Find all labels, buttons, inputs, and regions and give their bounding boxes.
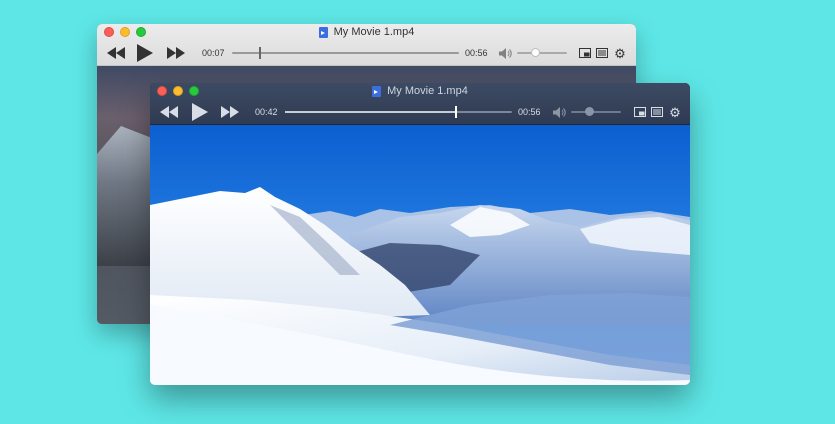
playlist-icon — [595, 48, 608, 58]
current-time: 00:42 — [255, 107, 278, 117]
picture-in-picture-button[interactable] — [633, 106, 646, 119]
seek-progress — [285, 111, 456, 113]
play-icon — [137, 44, 153, 62]
gear-icon: ⚙ — [669, 104, 681, 120]
gear-icon: ⚙ — [614, 45, 626, 61]
play-button[interactable] — [190, 102, 210, 122]
back-player-titlebar: My Movie 1.mp4 00:07 00:56 ⚙ — [97, 24, 636, 66]
window-title: My Movie 1.mp4 — [97, 26, 636, 38]
picture-in-picture-icon — [578, 48, 591, 58]
playlist-button[interactable] — [595, 47, 608, 60]
window-title: My Movie 1.mp4 — [150, 85, 690, 97]
playback-controls: 00:42 00:56 ⚙ — [150, 100, 690, 124]
play-icon — [192, 103, 208, 121]
seek-bar[interactable] — [285, 106, 512, 118]
rewind-icon — [160, 106, 178, 118]
duration: 00:56 — [465, 48, 488, 58]
playlist-button[interactable] — [650, 106, 663, 119]
settings-button[interactable]: ⚙ — [668, 105, 682, 119]
volume-icon — [552, 106, 566, 118]
window-title-text: My Movie 1.mp4 — [333, 26, 415, 38]
fast-forward-icon — [167, 47, 185, 59]
playback-controls: 00:07 00:56 ⚙ — [97, 41, 636, 65]
volume-button[interactable] — [498, 46, 512, 60]
volume-icon — [498, 47, 512, 59]
duration: 00:56 — [518, 107, 541, 117]
seek-handle[interactable] — [455, 106, 458, 118]
seek-handle[interactable] — [259, 47, 262, 59]
mountain-scene — [150, 125, 690, 385]
current-time: 00:07 — [202, 48, 225, 58]
picture-in-picture-button[interactable] — [578, 47, 591, 60]
video-file-icon — [372, 85, 382, 97]
video-file-icon — [318, 26, 328, 38]
fast-forward-button[interactable] — [219, 102, 241, 122]
volume-handle[interactable] — [584, 107, 594, 116]
fast-forward-button[interactable] — [165, 43, 187, 63]
rewind-icon — [107, 47, 125, 59]
seek-bar[interactable] — [232, 47, 459, 59]
volume-handle[interactable] — [530, 48, 540, 57]
playlist-icon — [650, 107, 663, 117]
volume-button[interactable] — [552, 105, 566, 119]
picture-in-picture-icon — [633, 107, 646, 117]
front-player-titlebar: My Movie 1.mp4 00:42 00:56 ⚙ — [150, 83, 690, 125]
window-title-text: My Movie 1.mp4 — [387, 85, 468, 97]
video-frame — [150, 125, 690, 385]
rewind-button[interactable] — [158, 102, 180, 122]
volume-slider[interactable] — [517, 48, 567, 57]
play-button[interactable] — [135, 43, 155, 63]
rewind-button[interactable] — [105, 43, 127, 63]
fast-forward-icon — [221, 106, 239, 118]
back-video-mountain — [97, 126, 157, 266]
front-player-window: My Movie 1.mp4 00:42 00:56 ⚙ — [150, 83, 690, 385]
volume-slider[interactable] — [571, 107, 621, 116]
settings-button[interactable]: ⚙ — [613, 46, 627, 60]
